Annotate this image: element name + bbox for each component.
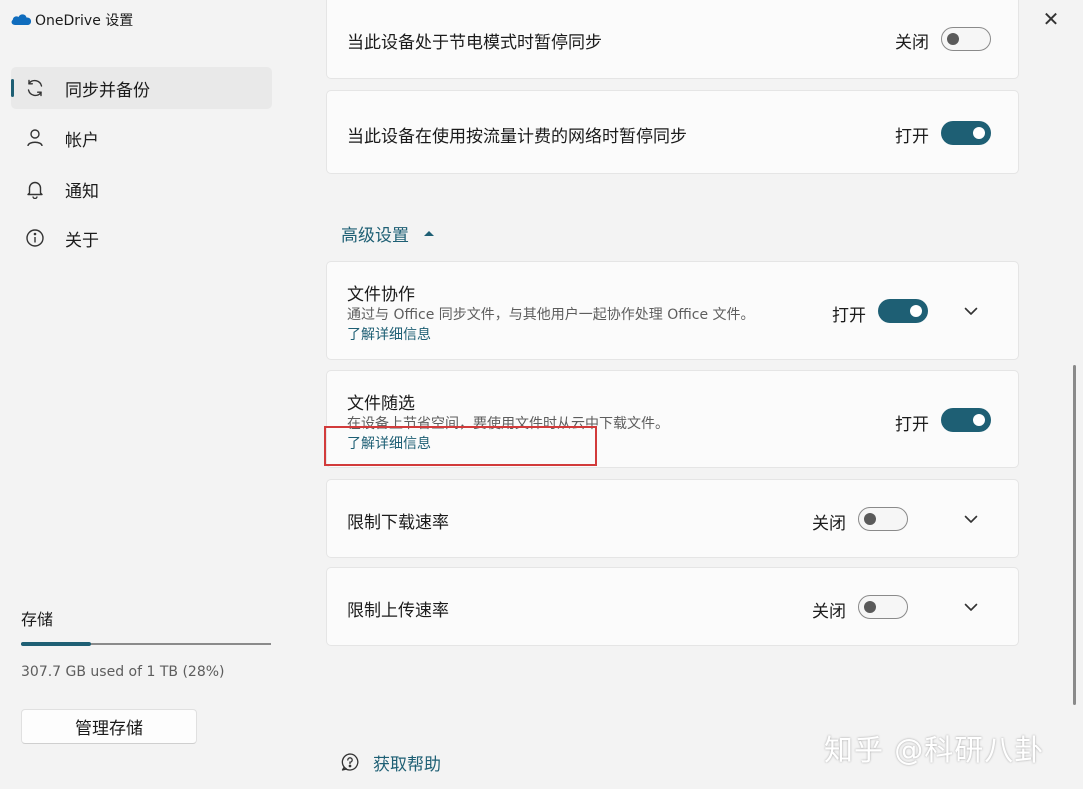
card-title: 当此设备在使用按流量计费的网络时暂停同步	[347, 127, 687, 147]
sidebar-item-label: 同步并备份	[65, 80, 150, 101]
sidebar-item-account[interactable]: 帐户	[11, 117, 272, 159]
chevron-down-icon[interactable]	[956, 296, 986, 326]
limit-download-rate-toggle[interactable]	[858, 507, 908, 531]
storage-usage-text: 307.7 GB used of 1 TB (28%)	[21, 664, 225, 680]
toggle-state-label: 关闭	[895, 33, 929, 53]
onedrive-cloud-icon	[11, 14, 32, 25]
toggle-state-label: 打开	[895, 127, 929, 147]
toggle-state-label: 关闭	[812, 602, 846, 622]
watermark: 知乎 @科研八卦	[824, 733, 1045, 767]
learn-more-link[interactable]: 了解详细信息	[347, 324, 431, 344]
card-pause-battery-saver: 当此设备处于节电模式时暂停同步 关闭	[326, 0, 1019, 79]
limit-upload-rate-toggle[interactable]	[858, 595, 908, 619]
close-button[interactable]: ✕	[1022, 0, 1080, 38]
files-on-demand-toggle[interactable]	[941, 408, 991, 432]
battery-saver-pause-toggle[interactable]	[941, 27, 991, 51]
sidebar-item-label: 帐户	[65, 130, 99, 151]
manage-storage-button[interactable]: 管理存储	[21, 709, 197, 744]
sidebar-item-label: 关于	[65, 230, 99, 251]
storage-title: 存储	[21, 610, 54, 629]
metered-network-pause-toggle[interactable]	[941, 121, 991, 145]
card-limit-upload-rate: 限制上传速率 关闭	[326, 567, 1019, 646]
card-title: 限制上传速率	[347, 601, 449, 621]
card-title: 文件随选	[347, 394, 415, 414]
sidebar-item-sync-backup[interactable]: 同步并备份	[11, 67, 272, 109]
file-collaboration-toggle[interactable]	[878, 299, 928, 323]
help-icon	[341, 753, 359, 771]
storage-progress-bar	[21, 642, 271, 646]
get-help-link[interactable]: 获取帮助	[373, 750, 441, 775]
sidebar-item-about[interactable]: 关于	[11, 217, 272, 259]
card-limit-download-rate: 限制下载速率 关闭	[326, 479, 1019, 558]
chevron-down-icon[interactable]	[956, 592, 986, 622]
card-title: 当此设备处于节电模式时暂停同步	[347, 33, 602, 53]
window-title: OneDrive 设置	[35, 13, 134, 29]
sidebar-item-notifications[interactable]: 通知	[11, 168, 272, 210]
card-title: 文件协作	[347, 285, 415, 305]
bell-icon	[24, 178, 46, 200]
advanced-settings-header[interactable]: 高级设置	[341, 221, 409, 246]
scrollbar[interactable]	[1073, 365, 1076, 705]
card-title: 限制下载速率	[347, 513, 449, 533]
storage-progress-fill	[21, 642, 91, 646]
toggle-state-label: 打开	[832, 306, 866, 326]
sync-icon	[24, 77, 46, 99]
close-icon: ✕	[1042, 7, 1060, 31]
card-file-collaboration: 文件协作 通过与 Office 同步文件，与其他用户一起协作处理 Office …	[326, 261, 1019, 360]
card-pause-metered-network: 当此设备在使用按流量计费的网络时暂停同步 打开	[326, 90, 1019, 174]
info-icon	[24, 227, 46, 249]
toggle-state-label: 打开	[895, 415, 929, 435]
caret-up-icon[interactable]	[423, 229, 435, 237]
chevron-down-icon[interactable]	[956, 504, 986, 534]
person-icon	[24, 127, 46, 149]
card-description: 通过与 Office 同步文件，与其他用户一起协作处理 Office 文件。	[347, 307, 755, 323]
toggle-state-label: 关闭	[812, 514, 846, 534]
highlight-annotation-box	[324, 426, 597, 466]
sidebar-item-label: 通知	[65, 181, 99, 202]
